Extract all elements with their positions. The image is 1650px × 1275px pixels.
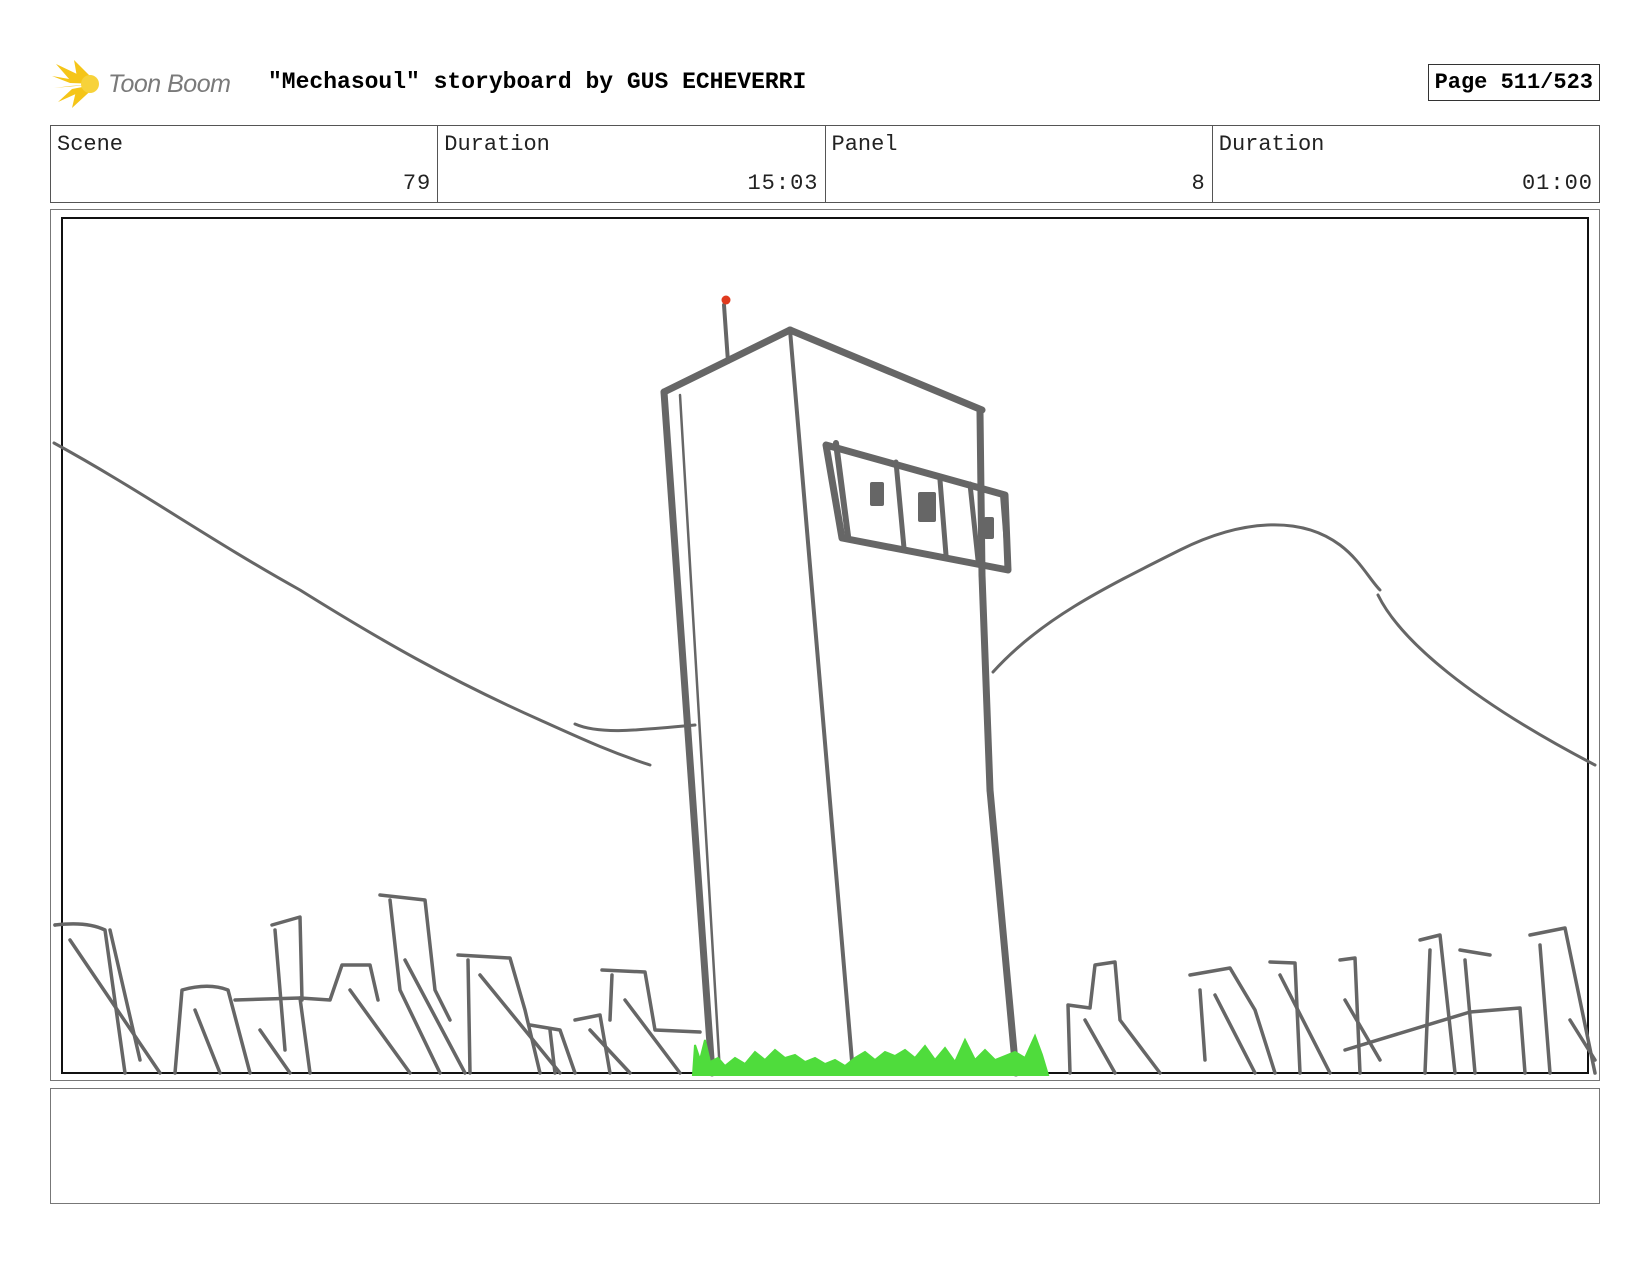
scene-cell: Scene 79 <box>51 126 439 202</box>
storyboard-title: "Mechasoul" storyboard by GUS ECHEVERRI <box>268 69 807 95</box>
scene-value: 79 <box>402 171 432 196</box>
panel-notes <box>50 1088 1600 1204</box>
starburst-icon <box>52 60 99 108</box>
scene-duration-value: 15:03 <box>747 171 819 196</box>
scene-duration-label: Duration <box>444 132 550 157</box>
page-indicator: Page 511/523 <box>1427 64 1600 101</box>
panel-duration-cell: Duration 01:00 <box>1213 126 1599 202</box>
scene-label: Scene <box>57 132 124 157</box>
scene-info-table: Scene 79 Duration 15:03 Panel 8 Duration… <box>50 125 1600 203</box>
panel-frame <box>61 217 1589 1074</box>
toon-boom-logo: Toon Boom <box>50 58 250 110</box>
storyboard-header: Toon Boom "Mechasoul" storyboard by GUS … <box>50 58 1600 108</box>
brand-text: Toon Boom <box>108 69 231 98</box>
panel-value: 8 <box>1191 171 1206 196</box>
panel-duration-value: 01:00 <box>1521 171 1593 196</box>
panel-label: Panel <box>831 132 898 157</box>
panel-duration-label: Duration <box>1218 132 1325 157</box>
panel-cell: Panel 8 <box>826 126 1213 202</box>
scene-duration-cell: Duration 15:03 <box>438 126 826 202</box>
